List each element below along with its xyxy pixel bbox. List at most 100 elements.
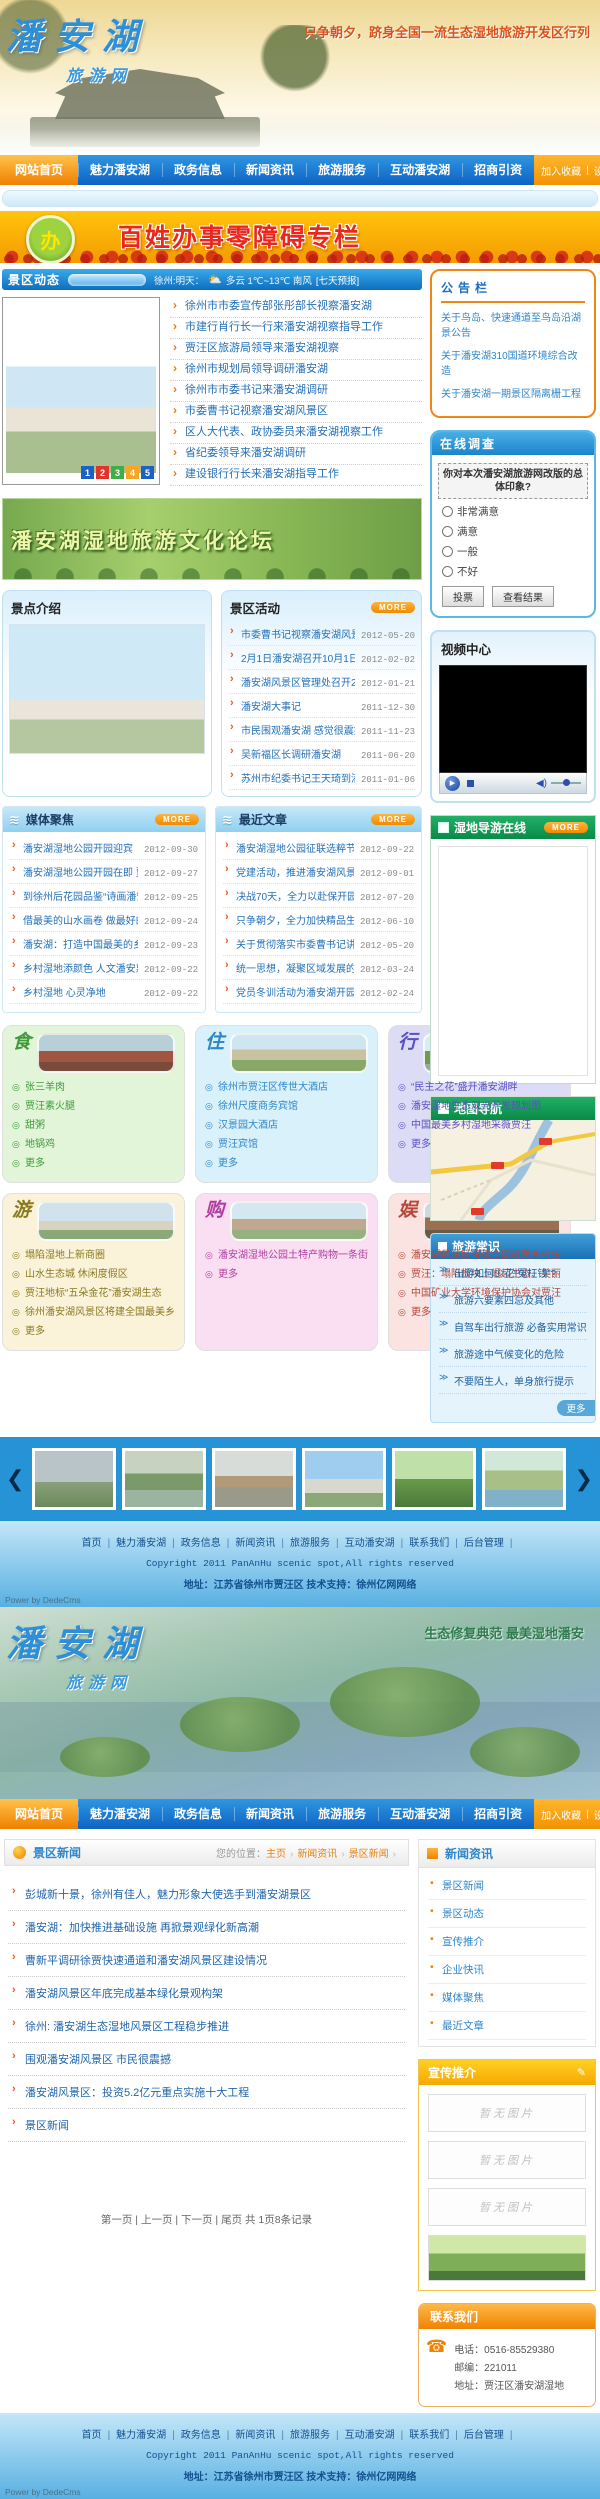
set-home-link[interactable]: 设为首页 xyxy=(594,1807,600,1822)
footer-link[interactable]: 政务信息 xyxy=(181,2426,236,2441)
nav-item[interactable]: 旅游服务 xyxy=(306,155,378,185)
set-home-link[interactable]: 设为首页 xyxy=(594,163,600,178)
news-item[interactable]: 贾汪区旅游局领导来潘安湖视察 xyxy=(170,339,422,360)
category-item[interactable]: 汉景园大酒店 xyxy=(205,1116,368,1135)
gallery-photo[interactable] xyxy=(482,1448,566,1510)
news-item[interactable]: 景区新闻 xyxy=(8,2109,405,2142)
footer-link[interactable]: 旅游服务 xyxy=(290,2426,345,2441)
news-item[interactable]: 围观潘安湖风景区 市民很震撼 xyxy=(8,2043,405,2076)
media-item[interactable]: 潘安湖：打造中国最美的乡村湿地2012-09-23 xyxy=(10,932,198,956)
nav-item[interactable]: 政务信息 xyxy=(162,1799,234,1829)
category-thumbnail[interactable] xyxy=(37,1201,175,1241)
volume-slider[interactable] xyxy=(551,782,581,784)
tips-more-button[interactable]: 更多 xyxy=(557,1400,595,1416)
slideshow-pager-button[interactable]: 5 xyxy=(141,466,154,479)
news-item[interactable]: 徐州: 潘安湖生态湿地风景区工程稳步推进 xyxy=(8,2010,405,2043)
category-item[interactable]: 塌陷湿地上新商圈 xyxy=(12,1246,175,1265)
category-item[interactable]: 徐州尺度商务宾馆 xyxy=(205,1097,368,1116)
category-item[interactable]: 张三羊肉 xyxy=(12,1078,175,1097)
media-item[interactable]: 潘安湖湿地公园开园迎宾2012-09-30 xyxy=(10,836,198,860)
nav-item[interactable]: 网站首页 xyxy=(0,155,78,185)
articles-more-button[interactable]: MORE xyxy=(371,814,415,825)
baixing-banner[interactable]: 办 百姓办事零障碍专栏 xyxy=(0,211,600,263)
slideshow[interactable]: 12345 xyxy=(2,297,160,485)
nav-item[interactable]: 新闻资讯 xyxy=(234,1799,306,1829)
footer-link[interactable]: 后台管理 xyxy=(464,1534,519,1549)
footer-link[interactable]: 魅力潘安湖 xyxy=(116,2426,181,2441)
nav-item[interactable]: 互动潘安湖 xyxy=(378,155,462,185)
category-item[interactable]: 贾汪宾馆 xyxy=(205,1135,368,1154)
seven-day-forecast-link[interactable]: [七天预报] xyxy=(316,273,359,287)
category-item[interactable]: 更多 xyxy=(12,1154,175,1173)
news-item[interactable]: 徐州市市委宣传部张彤部长视察潘安湖 xyxy=(170,297,422,318)
activity-item[interactable]: 潘安湖大事记2011-12-30 xyxy=(228,694,415,718)
announcement-item[interactable]: 关于鸟岛、快速通道至鸟岛沿湖景公告 xyxy=(441,307,585,345)
news-menu-item[interactable]: 媒体聚焦 xyxy=(428,1984,586,2012)
article-item[interactable]: 统一思想，凝聚区域发展的合力2012-03-24 xyxy=(223,956,414,980)
category-item[interactable]: 中国最美乡村湿地采薇贾汪 xyxy=(398,1116,561,1135)
media-item[interactable]: 借最美的山水画卷 做最好的旅游2012-09-24 xyxy=(10,908,198,932)
news-item[interactable]: 潘安湖风景区：投资5.2亿元重点实施十大工程 xyxy=(8,2076,405,2109)
media-item[interactable]: 潘安湖湿地公园开园在即 贾汪2012-09-27 xyxy=(10,860,198,884)
footer-link[interactable]: 魅力潘安湖 xyxy=(116,1534,181,1549)
survey-radio[interactable] xyxy=(442,566,453,577)
article-item[interactable]: 党建活动，推进潘安湖风景区建设2012-09-01 xyxy=(223,860,414,884)
footer-link[interactable]: 新闻资讯 xyxy=(235,1534,290,1549)
category-item[interactable]: 山水生态城 休闲度假区 xyxy=(12,1265,175,1284)
pagination[interactable]: 第一页 | 上一页 | 下一页 | 尾页 共 1页8条记录 xyxy=(4,2212,409,2251)
media-item[interactable]: 乡村湿地添颜色 人文潘安惠风流2012-09-22 xyxy=(10,956,198,980)
category-thumbnail[interactable] xyxy=(37,1033,175,1073)
news-item[interactable]: 徐州市市委书记来潘安湖调研 xyxy=(170,381,422,402)
article-item[interactable]: 决战70天，全力以赴保开园2012-07-20 xyxy=(223,884,414,908)
gallery-photo[interactable] xyxy=(392,1448,476,1510)
announcement-item[interactable]: 关于潘安湖310国道环境综合改造 xyxy=(441,345,585,383)
breadcrumb-link[interactable]: 主页 xyxy=(266,1849,297,1860)
nav-item[interactable]: 魅力潘安湖 xyxy=(78,155,162,185)
news-menu-item[interactable]: 最近文章 xyxy=(428,2012,586,2040)
news-item[interactable]: 省纪委领导来潘安湖调研 xyxy=(170,444,422,465)
category-item[interactable]: 地锅鸡 xyxy=(12,1135,175,1154)
article-item[interactable]: 潘安湖湿地公园征联选粹节选2012-09-22 xyxy=(223,836,414,860)
news-item[interactable]: 徐州市规划局领导调研潘安湖 xyxy=(170,360,422,381)
add-favorite-link[interactable]: 加入收藏 xyxy=(541,1807,581,1822)
survey-radio[interactable] xyxy=(442,506,453,517)
nav-item[interactable]: 旅游服务 xyxy=(306,1799,378,1829)
nav-item[interactable]: 招商引资 xyxy=(462,1799,534,1829)
activity-item[interactable]: 吴新福区长调研潘安湖2011-06-20 xyxy=(228,742,415,766)
breadcrumb-link[interactable]: 新闻资讯 xyxy=(297,1849,348,1860)
survey-option[interactable]: 非常满意 xyxy=(442,504,584,519)
promo-image[interactable] xyxy=(428,2235,586,2281)
news-item[interactable]: 彭城新十景，徐州有佳人，魅力形象大使选手到潘安湖景区 xyxy=(8,1878,405,1911)
news-menu-item[interactable]: 企业快讯 xyxy=(428,1956,586,1984)
announcement-item[interactable]: 关于潘安湖一期景区隔离栅工程 xyxy=(441,383,585,406)
nav-item[interactable]: 网站首页 xyxy=(0,1799,78,1829)
activity-item[interactable]: 2月1日潘安湖召开10月1日开园活2012-02-02 xyxy=(228,646,415,670)
gallery-photo[interactable] xyxy=(122,1448,206,1510)
news-item[interactable]: 建设银行行长来潘安湖指导工作 xyxy=(170,465,422,486)
activity-item[interactable]: 市民围观潘安湖 感觉很震撼2011-11-23 xyxy=(228,718,415,742)
slideshow-pager-button[interactable]: 4 xyxy=(126,466,139,479)
news-menu-item[interactable]: 宣传推介 xyxy=(428,1928,586,1956)
footer-link[interactable]: 联系我们 xyxy=(409,2426,464,2441)
gallery-prev-icon[interactable]: ❮ xyxy=(4,1468,26,1490)
media-item[interactable]: 乡村湿地 心灵净地2012-09-22 xyxy=(10,980,198,1004)
article-item[interactable]: 党员冬训活动为潘安湖开园运营再2012-02-24 xyxy=(223,980,414,1004)
category-item[interactable]: 徐州市贾汪区传世大酒店 xyxy=(205,1078,368,1097)
stop-icon[interactable] xyxy=(467,780,474,787)
nav-item[interactable]: 政务信息 xyxy=(162,155,234,185)
article-item[interactable]: 只争朝夕，全力加快精品生态景区2012-06-10 xyxy=(223,908,414,932)
add-favorite-link[interactable]: 加入收藏 xyxy=(541,163,581,178)
news-item[interactable]: 曹新平调研徐贾快速通道和潘安湖风景区建设情况 xyxy=(8,1944,405,1977)
survey-option[interactable]: 不好 xyxy=(442,564,584,579)
category-item[interactable]: 甜粥 xyxy=(12,1116,175,1135)
category-thumbnail[interactable] xyxy=(230,1201,368,1241)
category-item[interactable]: 更多 xyxy=(205,1265,368,1284)
slideshow-pager-button[interactable]: 1 xyxy=(81,466,94,479)
news-menu-item[interactable]: 景区新闻 xyxy=(428,1872,586,1900)
footer-link[interactable]: 首页 xyxy=(82,1534,117,1549)
slideshow-pager-button[interactable]: 3 xyxy=(111,466,124,479)
activity-item[interactable]: 潘安湖风景区管理处召开2011年度2012-01-21 xyxy=(228,670,415,694)
category-item[interactable]: 贾汪地标“五朵金花”潘安湖生态 xyxy=(12,1284,175,1303)
scenic-intro-image[interactable] xyxy=(9,624,205,754)
gallery-photo[interactable] xyxy=(212,1448,296,1510)
